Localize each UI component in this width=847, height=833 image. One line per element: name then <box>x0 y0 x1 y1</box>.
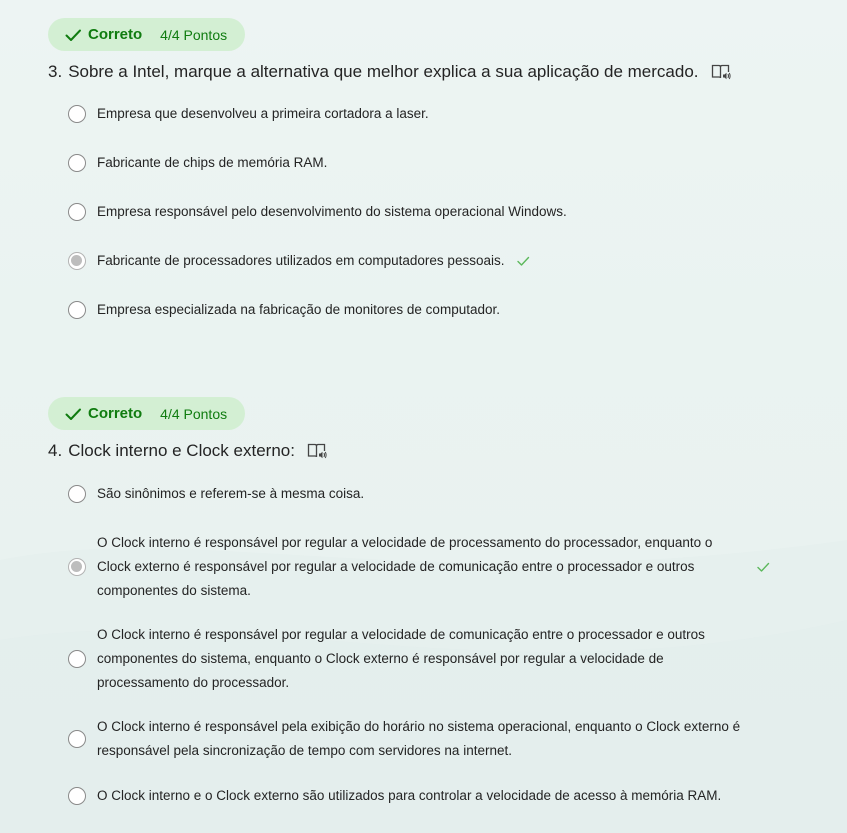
radio-button[interactable] <box>68 105 86 123</box>
radio-button-selected[interactable] <box>68 558 86 576</box>
checkmark-icon <box>756 560 770 574</box>
question-text: Sobre a Intel, marque a alternativa que … <box>68 62 699 81</box>
question-text: Clock interno e Clock externo: <box>68 441 295 460</box>
question-number: 4. <box>48 441 63 460</box>
answer-option[interactable]: Empresa especializada na fabricação de m… <box>68 298 788 322</box>
checkmark-icon <box>64 26 82 44</box>
radio-button[interactable] <box>68 787 86 805</box>
answer-option[interactable]: O Clock interno é responsável por regula… <box>68 623 758 695</box>
option-text: Fabricante de processadores utilizados e… <box>97 253 505 268</box>
radio-button[interactable] <box>68 650 86 668</box>
points-label: 4/4 Pontos <box>160 405 228 422</box>
option-text: Empresa especializada na fabricação de m… <box>97 302 500 317</box>
immersive-reader-icon[interactable] <box>711 63 731 81</box>
option-text: Empresa que desenvolveu a primeira corta… <box>97 106 429 121</box>
checkmark-icon <box>516 254 530 268</box>
answer-option[interactable]: Empresa que desenvolveu a primeira corta… <box>68 102 788 126</box>
radio-button[interactable] <box>68 485 86 503</box>
answer-option[interactable]: O Clock interno e o Clock externo são ut… <box>68 784 788 808</box>
radio-button[interactable] <box>68 154 86 172</box>
status-badge: Correto 4/4 Pontos <box>48 18 246 51</box>
points-label: 4/4 Pontos <box>160 26 228 43</box>
option-text: O Clock interno é responsável pela exibi… <box>97 719 741 758</box>
radio-button-selected[interactable] <box>68 252 86 270</box>
answer-option[interactable]: Fabricante de chips de memória RAM. <box>68 151 788 175</box>
question-number: 3. <box>48 62 63 81</box>
status-label: Correto <box>88 26 143 43</box>
radio-button[interactable] <box>68 301 86 319</box>
status-label: Correto <box>88 405 143 422</box>
option-text: O Clock interno é responsável por regula… <box>97 627 705 690</box>
answer-option[interactable]: São sinônimos e referem-se à mesma coisa… <box>68 482 788 506</box>
radio-button[interactable] <box>68 203 86 221</box>
radio-button[interactable] <box>68 730 86 748</box>
answer-option[interactable]: Empresa responsável pelo desenvolvimento… <box>68 200 788 224</box>
immersive-reader-icon[interactable] <box>307 442 327 460</box>
option-text: São sinônimos e referem-se à mesma coisa… <box>97 486 365 501</box>
answer-option-selected[interactable]: Fabricante de processadores utilizados e… <box>68 249 788 273</box>
checkmark-icon <box>64 405 82 423</box>
status-badge: Correto 4/4 Pontos <box>48 397 246 430</box>
question-title: 4. Clock interno e Clock externo: <box>48 441 327 461</box>
answer-option-selected[interactable]: O Clock interno é responsável por regula… <box>68 531 770 603</box>
option-text: Fabricante de chips de memória RAM. <box>97 155 328 170</box>
option-text: O Clock interno é responsável por regula… <box>97 535 713 598</box>
answer-option[interactable]: O Clock interno é responsável pela exibi… <box>68 715 768 763</box>
option-text: O Clock interno e o Clock externo são ut… <box>97 788 722 803</box>
option-text: Empresa responsável pelo desenvolvimento… <box>97 204 567 219</box>
question-title: 3. Sobre a Intel, marque a alternativa q… <box>48 62 731 82</box>
